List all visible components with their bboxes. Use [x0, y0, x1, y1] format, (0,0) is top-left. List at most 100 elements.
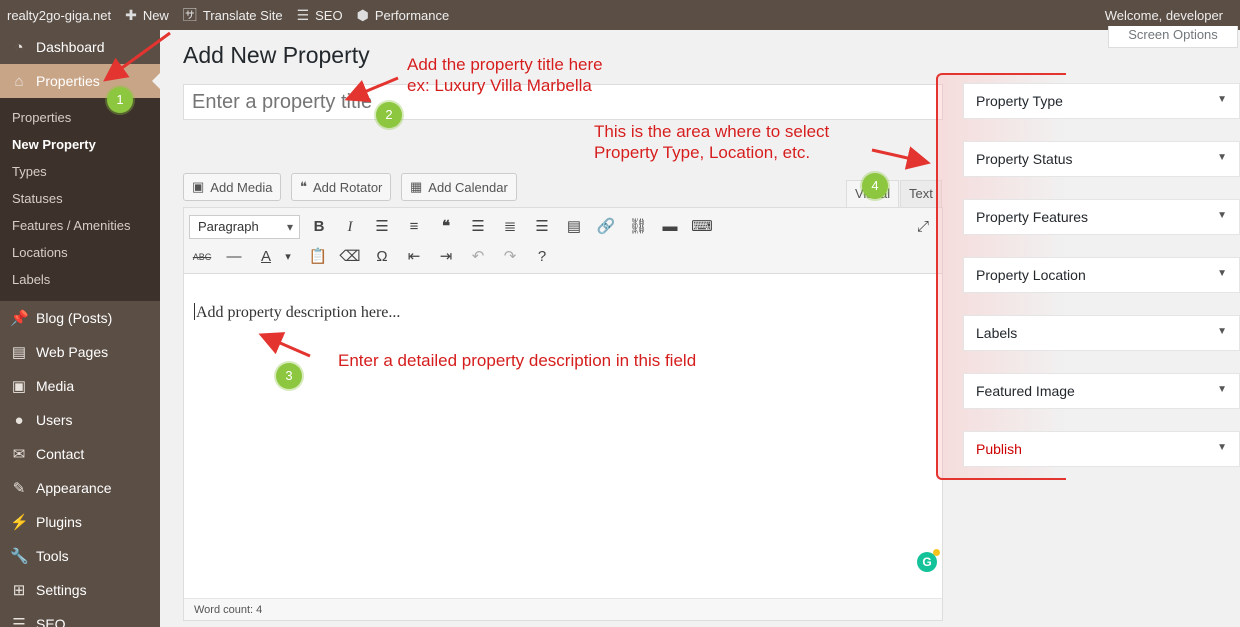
caret-down-icon[interactable]: ▼	[1217, 152, 1227, 163]
toolbar-toggle-icon[interactable]: ⌨	[690, 215, 714, 239]
translate-site-menu[interactable]: 🈂 Translate Site	[176, 0, 290, 30]
menu-plugins[interactable]: ⚡ Plugins	[0, 505, 160, 539]
align-right-icon[interactable]: ☰	[530, 215, 554, 239]
quote-icon: ❝	[300, 179, 307, 194]
metabox-title: Featured Image	[976, 383, 1075, 399]
align-left-icon[interactable]: ☰	[466, 215, 490, 239]
menu-dashboard[interactable]: ◔ Dashboard	[0, 30, 160, 64]
brush-icon: ✎	[12, 480, 26, 497]
translate-label: Translate Site	[202, 7, 283, 23]
unlink-icon[interactable]: ⛓	[626, 215, 650, 239]
blockquote-icon[interactable]: ❝	[434, 215, 458, 239]
site-name-link[interactable]: realty2go-giga.net	[0, 0, 118, 30]
add-media-button[interactable]: ▣ Add Media	[183, 173, 282, 201]
horizontal-line-icon[interactable]: —	[222, 245, 246, 269]
arrow-to-metaboxes	[871, 146, 931, 170]
metabox-property-location[interactable]: Property Location ▼	[963, 257, 1240, 293]
submenu-features[interactable]: Features / Amenities	[0, 212, 160, 239]
submenu-properties[interactable]: Properties	[0, 104, 160, 131]
menu-users[interactable]: ● Users	[0, 403, 160, 437]
metabox-publish[interactable]: Publish ▼	[963, 431, 1240, 467]
metabox-property-status[interactable]: Property Status ▼	[963, 141, 1240, 177]
user-icon: ●	[14, 411, 24, 429]
word-count: Word count: 4	[184, 598, 942, 620]
menu-label: Tools	[36, 548, 69, 564]
button-label: Add Rotator	[313, 179, 383, 195]
properties-submenu: Properties New Property Types Statuses F…	[0, 98, 160, 301]
menu-appearance[interactable]: ✎ Appearance	[0, 471, 160, 505]
menu-web-pages[interactable]: ▤ Web Pages	[0, 335, 160, 369]
text-color-icon[interactable]: A	[254, 245, 278, 269]
editor-toolbar: Paragraph B I ☰ ≡ ❝ ☰ ≣ ☰ ▤ 🔗 ⛓ ▬ ⌨ ⤢ AB…	[184, 208, 942, 274]
menu-label: SEO	[36, 616, 66, 627]
fullscreen-icon[interactable]: ⤢	[911, 215, 935, 239]
menu-settings[interactable]: ⊞ Settings	[0, 573, 160, 607]
menu-label: Media	[36, 378, 75, 394]
menu-media[interactable]: ▣ Media	[0, 369, 160, 403]
align-center-icon[interactable]: ≣	[498, 215, 522, 239]
redo-icon[interactable]: ↷	[498, 245, 522, 269]
performance-menu[interactable]: ⬢ Performance	[350, 0, 457, 30]
metabox-title: Property Location	[976, 267, 1086, 283]
caret-down-icon[interactable]: ▼	[1217, 268, 1227, 279]
undo-icon[interactable]: ↶	[466, 245, 490, 269]
metabox-property-features[interactable]: Property Features ▼	[963, 199, 1240, 235]
metabox-title: Property Status	[976, 151, 1073, 167]
mail-icon: ✉	[12, 446, 26, 463]
seo-menu[interactable]: ☰ SEO	[290, 0, 350, 30]
metabox-labels[interactable]: Labels ▼	[963, 315, 1240, 351]
new-content-menu[interactable]: ✚ New	[118, 0, 176, 30]
plugin-icon: ⚡	[10, 514, 29, 531]
step-badge-2: 2	[376, 102, 402, 128]
format-select[interactable]: Paragraph	[189, 215, 300, 239]
editor-content-area[interactable]: Add property description here...	[184, 275, 942, 598]
pin-icon: 📌	[10, 310, 29, 327]
submenu-new-property[interactable]: New Property	[0, 131, 160, 158]
menu-label: Plugins	[36, 514, 82, 530]
annotation-area-line-2: Property Type, Location, etc.	[594, 143, 811, 162]
caret-down-icon[interactable]: ▼	[1217, 326, 1227, 337]
metabox-property-type[interactable]: Property Type ▼	[963, 83, 1240, 119]
clear-formatting-icon[interactable]: ⌫	[338, 245, 362, 269]
submenu-locations[interactable]: Locations	[0, 239, 160, 266]
editor-content-text: Add property description here...	[196, 304, 401, 321]
add-rotator-button[interactable]: ❝ Add Rotator	[291, 173, 392, 201]
strikethrough-icon[interactable]: ABC	[190, 245, 214, 269]
menu-label: Users	[36, 412, 73, 428]
justify-icon[interactable]: ▤	[562, 215, 586, 239]
menu-properties[interactable]: ⌂ Properties	[0, 64, 160, 98]
menu-contact[interactable]: ✉ Contact	[0, 437, 160, 471]
menu-seo[interactable]: ☰ SEO	[0, 607, 160, 627]
indent-icon[interactable]: ⇥	[434, 245, 458, 269]
caret-down-icon[interactable]: ▼	[1217, 210, 1227, 221]
italic-icon[interactable]: I	[338, 215, 362, 239]
grammarly-icon[interactable]: G	[917, 549, 940, 572]
link-icon[interactable]: 🔗	[594, 215, 618, 239]
caret-down-icon[interactable]: ▼	[1217, 94, 1227, 105]
chevron-down-icon[interactable]: ▾	[276, 245, 300, 269]
caret-down-icon[interactable]: ▼	[1217, 384, 1227, 395]
tab-text[interactable]: Text	[900, 180, 942, 207]
help-icon[interactable]: ?	[530, 245, 554, 269]
menu-blog[interactable]: 📌 Blog (Posts)	[0, 301, 160, 335]
numbered-list-icon[interactable]: ≡	[402, 215, 426, 239]
paste-text-icon[interactable]: 📋	[306, 245, 330, 269]
menu-tools[interactable]: 🔧 Tools	[0, 539, 160, 573]
submenu-statuses[interactable]: Statuses	[0, 185, 160, 212]
settings-icon: ⊞	[12, 582, 26, 599]
bullet-list-icon[interactable]: ☰	[370, 215, 394, 239]
caret-down-icon[interactable]: ▼	[1217, 442, 1227, 453]
screen-options-button[interactable]: Screen Options	[1108, 26, 1238, 48]
menu-label: Appearance	[36, 480, 112, 496]
step-badge-1: 1	[107, 87, 133, 113]
bold-icon[interactable]: B	[307, 215, 331, 239]
metabox-featured-image[interactable]: Featured Image ▼	[963, 373, 1240, 409]
outdent-icon[interactable]: ⇤	[402, 245, 426, 269]
media-icon: ▣	[11, 378, 27, 395]
submenu-types[interactable]: Types	[0, 158, 160, 185]
read-more-icon[interactable]: ▬	[658, 215, 682, 239]
special-character-icon[interactable]: Ω	[370, 245, 394, 269]
submenu-labels[interactable]: Labels	[0, 266, 160, 293]
annotation-title-line-2: ex: Luxury Villa Marbella	[407, 76, 592, 95]
add-calendar-button[interactable]: ▦ Add Calendar	[401, 173, 517, 201]
